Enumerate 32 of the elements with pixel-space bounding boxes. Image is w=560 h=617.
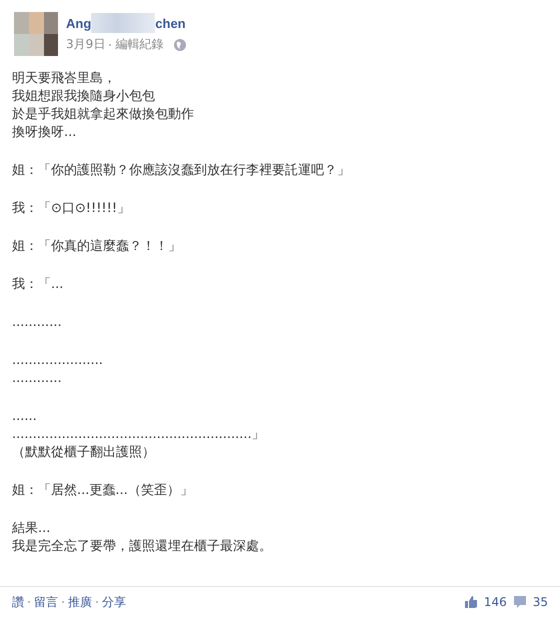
post-text-line: 於是乎我姐就拿起來做換包動作: [12, 106, 195, 124]
avatar[interactable]: [14, 12, 58, 56]
post-text-line: 結果...: [12, 520, 52, 538]
post-text-line: 我：「...: [12, 276, 64, 294]
post-text-line: 姐：「你的護照勒？你應該沒蠢到放在行李裡要託運吧？」: [12, 162, 351, 180]
action-link[interactable]: 留言: [34, 594, 58, 610]
like-count[interactable]: 146: [484, 595, 507, 609]
post-text-line: 我是完全忘了要帶，護照還埋在櫃子最深處。: [12, 538, 273, 556]
action-link[interactable]: 讚: [12, 594, 24, 610]
edit-history-link[interactable]: 編輯紀錄: [115, 36, 164, 53]
post-text-line: 換呀換呀...: [12, 124, 78, 142]
blur-block: [91, 13, 156, 33]
post-text-line: 姐：「你真的這麼蠢？！！」: [12, 238, 182, 256]
post-text-line: ......: [12, 408, 38, 426]
post-text-line: （默默從櫃子翻出護照）: [12, 444, 156, 462]
post-text-line: ............: [12, 314, 63, 332]
post-text-line: ..........................................................」: [12, 426, 266, 444]
post-text-line: 我姐想跟我換隨身小包包: [12, 88, 156, 106]
thumbs-up-icon[interactable]: [464, 595, 478, 609]
action-link[interactable]: 分享: [102, 594, 126, 610]
author-name[interactable]: chen: [155, 16, 186, 30]
comment-icon[interactable]: [512, 595, 527, 609]
post-text-line: 姐：「居然...更蠢...（笑歪）」: [12, 482, 194, 500]
post-text-line: ............: [12, 370, 63, 388]
author-name[interactable]: Ang: [66, 16, 92, 30]
post-text-line: 明天要飛峇里島，: [12, 70, 117, 88]
action-link[interactable]: 推廣: [68, 594, 92, 610]
post-text-line: 我：「⊙口⊙!!!!!!」: [12, 200, 132, 218]
comment-count[interactable]: 35: [532, 595, 548, 609]
post-date[interactable]: 3月9日: [66, 36, 106, 53]
globe-icon: [173, 38, 188, 52]
post-text-line: ......................: [12, 352, 104, 370]
